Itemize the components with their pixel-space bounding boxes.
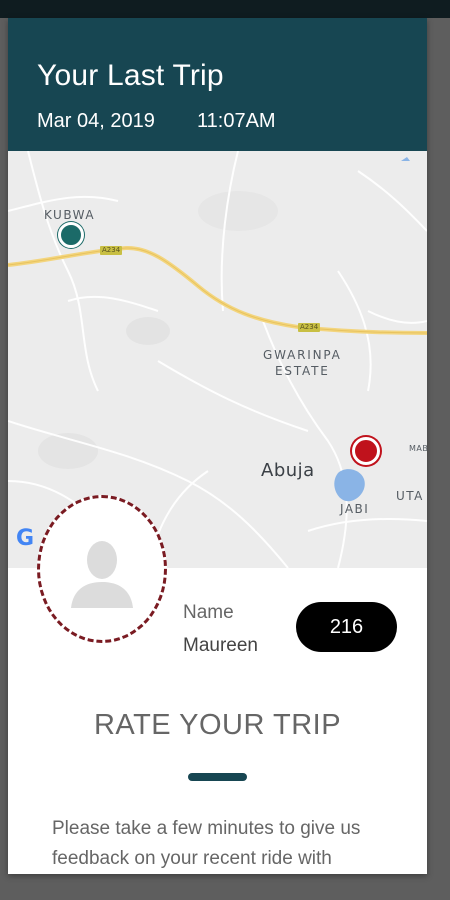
- map-label-mab: MAB: [409, 444, 427, 453]
- map-label-kubwa: KUBWA: [44, 208, 96, 222]
- driver-name: Maureen: [183, 635, 258, 656]
- map-label-jabi: JABI: [340, 502, 370, 516]
- trip-time: 11:07AM: [197, 110, 276, 132]
- trip-header: Your Last Trip Mar 04, 2019 11:07AM: [8, 18, 427, 151]
- map-label-gwarinpa-line1: GWARINPA: [263, 348, 342, 362]
- driver-count-badge: 216: [296, 602, 397, 652]
- driver-name-label: Name: [183, 602, 234, 623]
- map-label-abuja: Abuja: [261, 460, 315, 481]
- rate-trip-title: RATE YOUR TRIP: [93, 709, 342, 741]
- road-shield: A234: [100, 246, 123, 255]
- map-label-gwarinpa: GWARINPA ESTATE: [263, 347, 342, 379]
- feedback-prompt: Please take a few minutes to give us fee…: [52, 818, 361, 869]
- trip-date: Mar 04, 2019: [37, 110, 155, 132]
- status-bar: [0, 0, 450, 18]
- person-placeholder-icon: [71, 541, 133, 608]
- map-label-uta: UTA: [396, 489, 424, 503]
- road-shield: A234: [298, 323, 321, 332]
- title-divider: [188, 773, 247, 781]
- start-location-pin-icon: [58, 222, 84, 248]
- driver-avatar: [37, 495, 167, 643]
- page-title: Your Last Trip: [37, 59, 224, 92]
- last-trip-dialog: Your Last Trip Mar 04, 2019 11:07AM KUBW…: [8, 18, 427, 874]
- google-logo-icon: G: [16, 526, 35, 551]
- map-label-gwarinpa-line2: ESTATE: [275, 364, 330, 378]
- end-location-pin-icon: [352, 437, 380, 465]
